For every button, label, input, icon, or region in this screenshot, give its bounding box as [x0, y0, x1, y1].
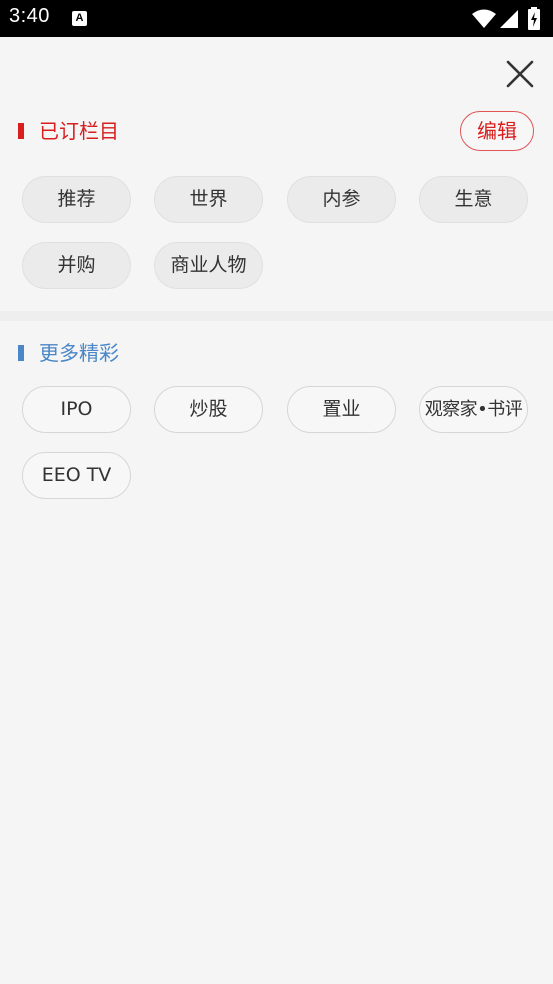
subscribed-section-marker — [18, 123, 24, 139]
close-icon — [506, 60, 534, 88]
close-button[interactable] — [500, 54, 540, 94]
channel-chip-chaogu[interactable]: 炒股 — [154, 386, 263, 433]
channel-chip-neican[interactable]: 内参 — [287, 176, 396, 223]
notification-icon: A — [72, 11, 87, 26]
battery-icon — [528, 7, 540, 30]
channel-chip-tuijian[interactable]: 推荐 — [22, 176, 131, 223]
channel-chip-shangyerenwu[interactable]: 商业人物 — [154, 242, 263, 289]
more-section-marker — [18, 345, 24, 361]
channel-chip-guanchajia-shuping[interactable]: 观察家•书评 — [419, 386, 528, 433]
wifi-icon — [472, 9, 496, 28]
notification-icon-letter: A — [75, 12, 84, 24]
channel-chip-shengyi[interactable]: 生意 — [419, 176, 528, 223]
signal-icon — [500, 10, 518, 28]
status-time: 3:40 — [9, 5, 50, 27]
status-bar: 3:40 A — [0, 0, 553, 37]
section-divider — [0, 311, 553, 321]
more-section-title: 更多精彩 — [39, 341, 119, 365]
channel-chip-ipo[interactable]: IPO — [22, 386, 131, 433]
subscribed-section-title: 已订栏目 — [39, 119, 119, 143]
channel-chip-eeo-tv[interactable]: EEO TV — [22, 452, 131, 499]
channel-chip-shijie[interactable]: 世界 — [154, 176, 263, 223]
edit-button[interactable]: 编辑 — [460, 111, 534, 151]
channel-chip-zhiye[interactable]: 置业 — [287, 386, 396, 433]
channel-chip-binggou[interactable]: 并购 — [22, 242, 131, 289]
